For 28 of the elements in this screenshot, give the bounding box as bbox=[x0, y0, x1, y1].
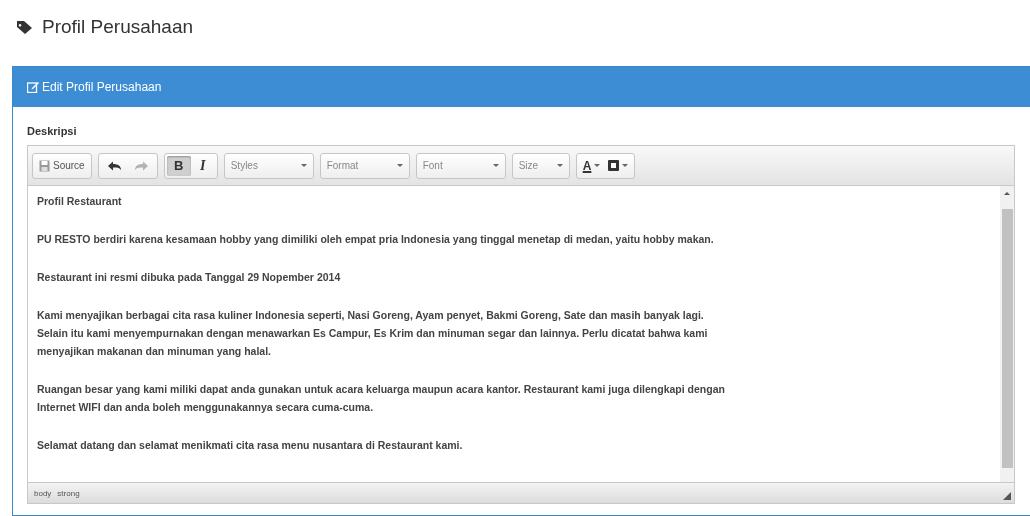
paragraph: Profil Restaurant bbox=[37, 194, 123, 209]
element-path-item[interactable]: body bbox=[34, 488, 52, 498]
save-icon bbox=[39, 159, 50, 172]
tag-icon bbox=[16, 19, 34, 35]
redo-icon bbox=[133, 159, 149, 172]
button-group[interactable]: B I bbox=[163, 152, 218, 179]
field-label: Deskripsi bbox=[27, 125, 77, 137]
page-title: Profil Perusahaan bbox=[42, 16, 194, 38]
element-path-item[interactable]: strong bbox=[57, 488, 80, 498]
fill-color-icon bbox=[608, 160, 620, 171]
dropdown[interactable]: Format bbox=[319, 152, 410, 179]
dropdown[interactable]: Styles bbox=[223, 152, 314, 179]
button-group[interactable]: A bbox=[575, 152, 636, 179]
paragraph: Ruangan besar yang kami miliki dapat anda gunakan untuk acara keluarga maupun acara kantor. Restaurant kami juga dilengkapi dengan Internet WIFI dan anda boleh menggunakannya secara cuma-cuma. bbox=[37, 382, 726, 415]
paragraph: PU RESTO berdiri karena kesamaan hobby yang dimiliki oleh empat pria Indonesia yang tinggal menetap di medan, yaitu hobby makan. bbox=[37, 232, 715, 247]
italic-button[interactable]: I bbox=[190, 155, 215, 176]
resize-handle-icon bbox=[1003, 492, 1011, 500]
paragraph: Selamat datang dan selamat menikmati cita rasa menu nusantara di Restaurant kami. bbox=[37, 438, 464, 453]
scrollbar[interactable] bbox=[1000, 186, 1014, 482]
edit-icon bbox=[27, 81, 39, 93]
bold-button[interactable]: B bbox=[166, 155, 191, 176]
paragraph: Restaurant ini resmi dibuka pada Tanggal 29 Nopember 2014 bbox=[37, 270, 342, 285]
button-group[interactable] bbox=[97, 152, 158, 179]
dropdown[interactable]: Font bbox=[415, 152, 506, 179]
paragraph: Kami menyajikan berbagai cita rasa kuliner Indonesia seperti, Nasi Goreng, Ayam penyet, Bakmi Goreng, Sate dan masih banyak lagi. Selain itu kami menyempurnakan dengan menawarkan Es Campur, Es Krim dan minuman segar dan lainnya. Perlu dicatat bahwa kami menyajikan makanan dan minuman yang halal. bbox=[37, 308, 709, 359]
undo-icon bbox=[106, 159, 122, 172]
panel-title: Edit Profil Perusahaan bbox=[42, 80, 162, 94]
text-color-button[interactable]: A bbox=[578, 155, 605, 176]
